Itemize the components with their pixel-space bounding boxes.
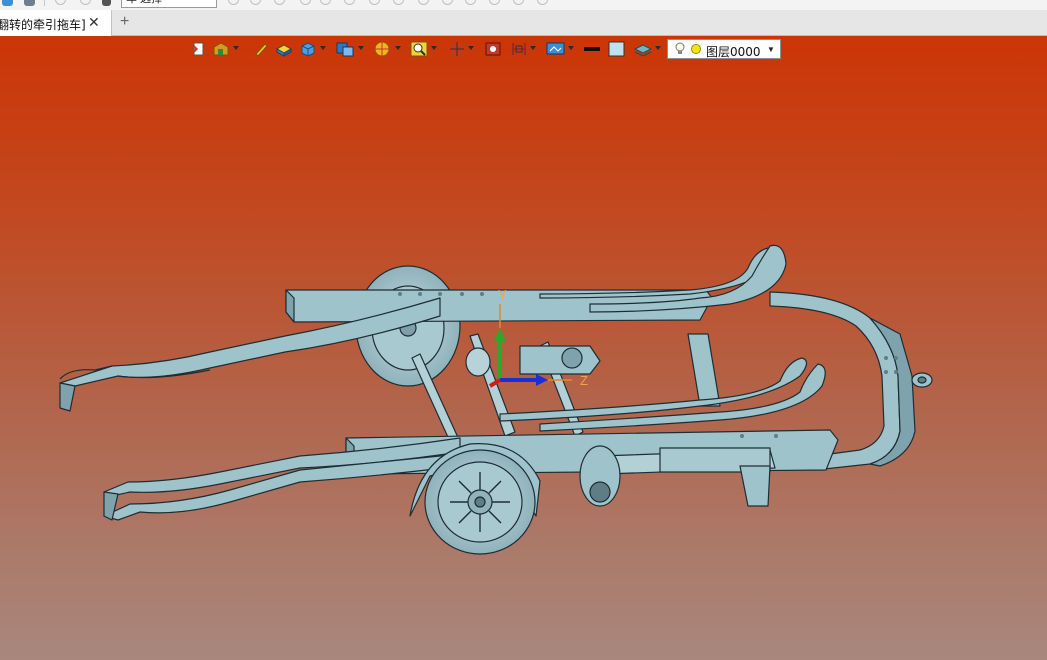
exit-sketch-icon[interactable] xyxy=(189,41,205,57)
settings-dropdown-icon[interactable] xyxy=(537,0,548,5)
tab-document-label: 翻转的牵引拖车] xyxy=(0,18,86,32)
zoom-dropdown-icon[interactable] xyxy=(431,46,437,50)
render-style-icon[interactable] xyxy=(373,41,391,57)
layer-visibility-icon[interactable] xyxy=(633,41,653,57)
tab-document[interactable]: 翻转的牵引拖车] ✕ xyxy=(0,10,112,36)
settings-icon[interactable] xyxy=(513,0,524,5)
layer-visibility-dropdown-icon[interactable] xyxy=(655,46,661,50)
toolbar-separator xyxy=(44,0,45,6)
layer-color-icon xyxy=(691,44,701,54)
section-view-dropdown-icon[interactable] xyxy=(530,46,536,50)
view-cube-icon[interactable] xyxy=(299,41,317,57)
display-mode-icon[interactable] xyxy=(212,41,230,57)
quick-access-toolbar: 车 选择 xyxy=(0,0,1047,10)
standard-views-dropdown-icon[interactable] xyxy=(358,46,364,50)
save-icon[interactable] xyxy=(2,0,13,6)
layer-dropdown-icon[interactable]: ▼ xyxy=(767,45,775,54)
trailer-model[interactable] xyxy=(0,36,1047,660)
point-icon[interactable] xyxy=(418,0,429,5)
layer-select[interactable]: 图层0000 ▼ xyxy=(667,39,781,59)
trim-icon[interactable] xyxy=(465,0,476,5)
cut-icon[interactable] xyxy=(228,0,239,5)
pan-dropdown-icon[interactable] xyxy=(468,46,474,50)
line-color-icon[interactable] xyxy=(583,41,601,57)
arc-icon[interactable] xyxy=(320,0,331,5)
paste-icon[interactable] xyxy=(274,0,285,5)
undo-icon[interactable] xyxy=(55,0,66,5)
axis-label-z: Z xyxy=(580,373,588,388)
view-toolbar: 图层0000 ▼ xyxy=(0,36,1047,64)
copy-icon[interactable] xyxy=(250,0,261,5)
fill-color-icon[interactable] xyxy=(608,41,626,57)
document-icon[interactable] xyxy=(102,0,111,6)
lightbulb-icon[interactable] xyxy=(674,42,686,59)
shade-style-icon[interactable] xyxy=(275,41,293,57)
zoom-icon[interactable] xyxy=(410,41,428,57)
new-tab-icon[interactable]: + xyxy=(120,14,129,30)
rotate-icon[interactable] xyxy=(484,41,502,57)
display-mode-dropdown-icon[interactable] xyxy=(233,46,239,50)
pan-icon[interactable] xyxy=(448,41,466,57)
circle-icon[interactable] xyxy=(369,0,380,5)
background-dropdown-icon[interactable] xyxy=(568,46,574,50)
view-cube-dropdown-icon[interactable] xyxy=(320,46,326,50)
tab-close-icon[interactable]: ✕ xyxy=(88,13,100,31)
line-icon[interactable] xyxy=(300,0,311,5)
standard-views-icon[interactable] xyxy=(335,41,355,57)
refresh-icon[interactable] xyxy=(393,0,404,5)
section-view-icon[interactable] xyxy=(510,41,528,57)
sketch-pen-icon[interactable] xyxy=(253,41,269,57)
document-tab-bar: 翻转的牵引拖车] ✕ + xyxy=(0,10,1047,36)
extend-icon[interactable] xyxy=(489,0,500,5)
redo-icon[interactable] xyxy=(80,0,91,5)
mode-select[interactable]: 车 选择 xyxy=(121,0,217,8)
spline-icon[interactable] xyxy=(344,0,355,5)
3d-viewport[interactable]: Y Z 图层0000 ▼ xyxy=(0,36,1047,660)
curve-icon[interactable] xyxy=(442,0,453,5)
layer-name: 图层0000 xyxy=(706,45,761,59)
render-style-dropdown-icon[interactable] xyxy=(395,46,401,50)
axis-label-y: Y xyxy=(498,287,507,302)
background-icon[interactable] xyxy=(546,41,566,57)
print-icon[interactable] xyxy=(24,0,35,6)
